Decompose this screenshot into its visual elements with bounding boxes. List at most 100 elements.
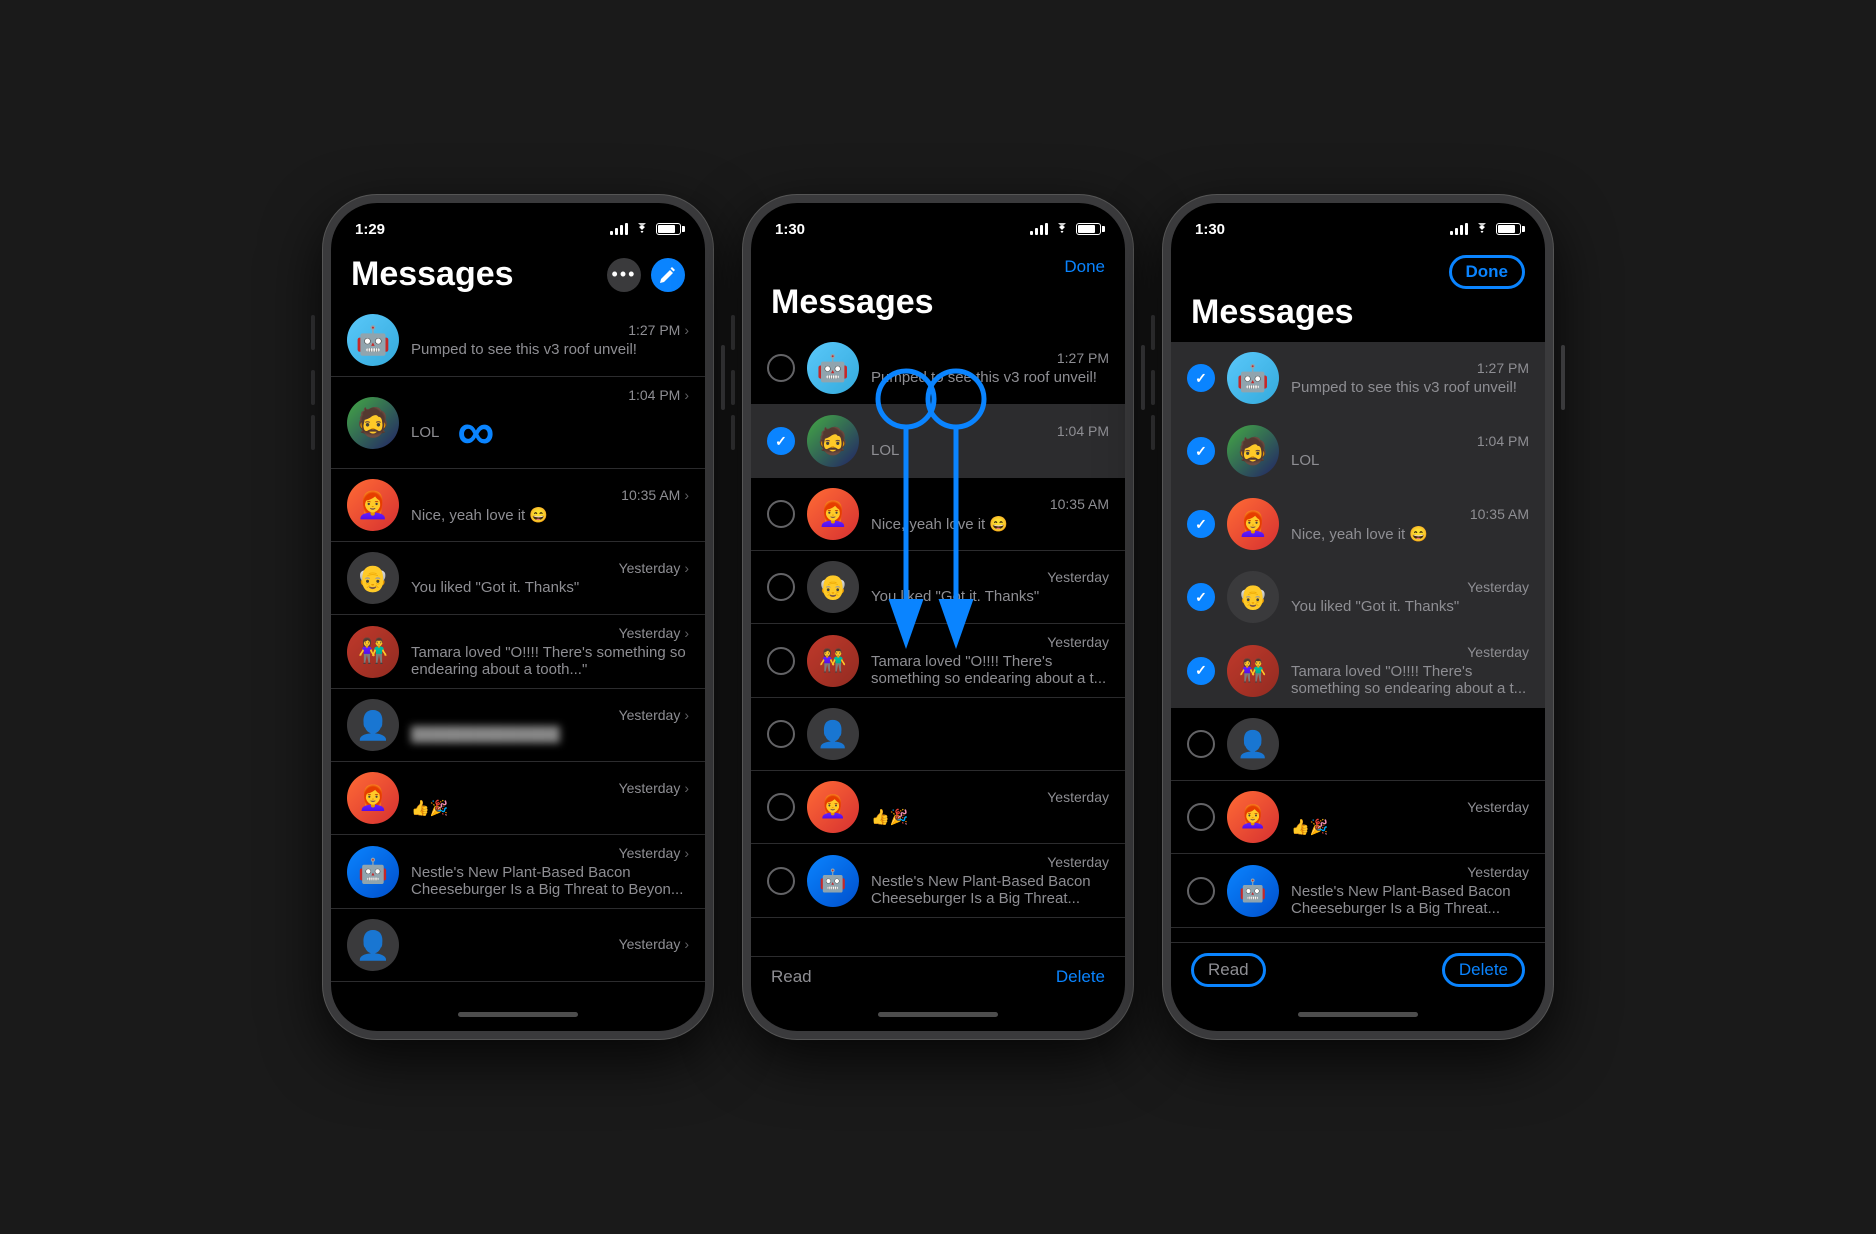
preview-3-0: Pumped to see this v3 roof unveil! [1291,379,1529,396]
message-item-3-7[interactable]: 🤖 Yesterday Nestle's New Plant-Based Bac… [1171,854,1545,928]
message-item-2-1[interactable]: 🧔 1:04 PM LOL [751,405,1125,478]
time-2-2: 10:35 AM [1050,496,1109,512]
check-2-2[interactable] [767,500,795,528]
messages-title-3: Messages [1191,293,1525,332]
message-item-2-7[interactable]: 🤖 Yesterday Nestle's New Plant-Based Bac… [751,844,1125,918]
check-3-6[interactable] [1187,803,1215,831]
time-1-6: Yesterday [619,780,681,796]
msg-content-2-1: 1:04 PM LOL [871,423,1109,459]
message-item-2-2[interactable]: 👩‍🦰 10:35 AM Nice, yeah love it 😄 [751,478,1125,551]
home-indicator-1 [458,1012,578,1017]
signal-bar-2-1 [1030,231,1033,235]
msg-content-1-4: Yesterday › Tamara loved "O!!!! There's … [411,625,689,678]
message-item-2-3[interactable]: 👴 Yesterday You liked "Got it. Thanks" [751,551,1125,624]
check-2-4[interactable] [767,647,795,675]
message-item-1-3[interactable]: 👴 Yesterday › You liked "Got it. Thanks" [331,542,705,615]
msg-content-1-7: Yesterday › Nestle's New Plant-Based Bac… [411,845,689,898]
check-3-4[interactable] [1187,657,1215,685]
done-button-2[interactable]: Done [1064,257,1105,277]
message-item-3-0[interactable]: 🤖 1:27 PM Pumped to see this v3 roof unv… [1171,342,1545,415]
message-item-1-5[interactable]: 👤 Yesterday › ██████████████ [331,689,705,762]
avatar-1-3: 👴 [347,552,399,604]
avatar-2-3: 👴 [807,561,859,613]
message-item-3-4[interactable]: 👫 Yesterday Tamara loved "O!!!! There's … [1171,634,1545,708]
chevron-1-5: › [684,707,689,723]
time-3-3: Yesterday [1467,579,1529,595]
check-2-3[interactable] [767,573,795,601]
avatar-1-1: 🧔 [347,397,399,449]
chevron-1-7: › [684,845,689,861]
compose-icon-1 [659,266,677,284]
check-3-3[interactable] [1187,583,1215,611]
message-item-1-4[interactable]: 👫 Yesterday › Tamara loved "O!!!! There'… [331,615,705,689]
message-item-3-6[interactable]: 👩‍🦰 Yesterday 👍🎉 [1171,781,1545,854]
chevron-1-1: › [684,387,689,403]
more-icon-1: ••• [612,264,637,285]
wifi-icon-1 [634,223,650,235]
check-3-2[interactable] [1187,510,1215,538]
time-1-5: Yesterday [619,707,681,723]
message-item-2-6[interactable]: 👩‍🦰 Yesterday 👍🎉 [751,771,1125,844]
time-2-0: 1:27 PM [1057,350,1109,366]
preview-3-4: Tamara loved "O!!!! There's something so… [1291,663,1529,697]
check-2-0[interactable] [767,354,795,382]
avatar-3-3: 👴 [1227,571,1279,623]
preview-1-0: Pumped to see this v3 roof unveil! [411,341,689,358]
message-item-1-0[interactable]: 🤖 1:27 PM › Pumped to see this v3 roof u… [331,304,705,377]
message-item-2-4[interactable]: 👫 Yesterday Tamara loved "O!!!! There's … [751,624,1125,698]
avatar-1-0: 🤖 [347,314,399,366]
message-list-2: 🤖 1:27 PM Pumped to see this v3 roof unv… [751,332,1125,956]
preview-row-1-1: LOL ∞ [411,406,689,458]
check-3-7[interactable] [1187,877,1215,905]
avatar-3-6: 👩‍🦰 [1227,791,1279,843]
phone-3: 1:30 [1163,195,1553,1039]
compose-button-1[interactable] [651,258,685,292]
avatar-1-4: 👫 [347,626,399,678]
signal-bar-4 [625,223,628,235]
more-button-1[interactable]: ••• [607,258,641,292]
signal-bar-3 [620,225,623,235]
time-2-6: Yesterday [1047,789,1109,805]
messages-header-3: Done Messages [1171,247,1545,342]
message-item-3-5[interactable]: 👤 [1171,708,1545,781]
phone-screen-3: 1:30 [1171,203,1545,1031]
message-item-1-1[interactable]: 🧔 1:04 PM › LOL ∞ [331,377,705,469]
check-2-7[interactable] [767,867,795,895]
time-2-3: Yesterday [1047,569,1109,585]
message-item-1-7[interactable]: 🤖 Yesterday › Nestle's New Plant-Based B… [331,835,705,909]
message-item-1-8[interactable]: 👤 Yesterday › [331,909,705,982]
message-item-2-0[interactable]: 🤖 1:27 PM Pumped to see this v3 roof unv… [751,332,1125,405]
status-icons-2 [1030,223,1101,235]
chevron-1-2: › [684,487,689,503]
preview-1-6: 👍🎉 [411,799,689,817]
delete-button-2[interactable]: Delete [1056,967,1105,987]
phone-frame-2: 1:30 [743,195,1133,1039]
message-item-2-5[interactable]: 👤 [751,698,1125,771]
check-2-6[interactable] [767,793,795,821]
messages-title-2: Messages [771,283,1105,322]
read-button-3[interactable]: Read [1191,953,1266,987]
time-3-4: Yesterday [1467,644,1529,660]
msg-content-1-8: Yesterday › [411,936,689,955]
preview-1-4: Tamara loved "O!!!! There's something so… [411,644,689,678]
check-3-0[interactable] [1187,364,1215,392]
preview-3-6: 👍🎉 [1291,818,1529,836]
check-3-5[interactable] [1187,730,1215,758]
delete-button-3[interactable]: Delete [1442,953,1525,987]
done-button-3[interactable]: Done [1449,255,1526,289]
message-item-1-2[interactable]: 👩‍🦰 10:35 AM › Nice, yeah love it 😄 [331,469,705,542]
bottom-bar-3 [1171,997,1545,1031]
time-3-0: 1:27 PM [1477,360,1529,376]
time-3-6: Yesterday [1467,799,1529,815]
message-item-3-1[interactable]: 🧔 1:04 PM LOL [1171,415,1545,488]
preview-1-5: ██████████████ [411,726,689,743]
check-3-1[interactable] [1187,437,1215,465]
check-2-5[interactable] [767,720,795,748]
check-2-1[interactable] [767,427,795,455]
msg-content-3-5 [1291,743,1529,746]
message-item-3-3[interactable]: 👴 Yesterday You liked "Got it. Thanks" [1171,561,1545,634]
read-button-2[interactable]: Read [771,967,812,987]
message-item-1-6[interactable]: 👩‍🦰 Yesterday › 👍🎉 [331,762,705,835]
message-item-3-2[interactable]: 👩‍🦰 10:35 AM Nice, yeah love it 😄 [1171,488,1545,561]
chevron-1-0: › [684,322,689,338]
